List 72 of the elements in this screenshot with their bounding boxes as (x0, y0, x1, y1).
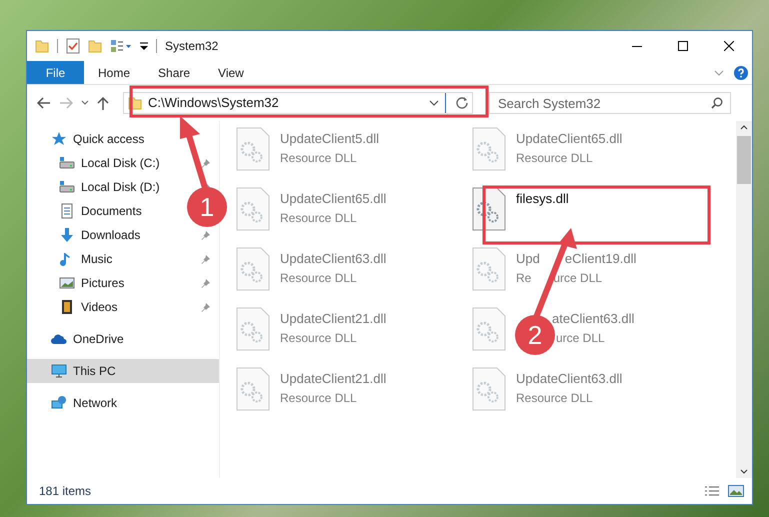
view-options-icon[interactable] (110, 39, 132, 53)
navigation-item[interactable]: Documents (27, 199, 150, 223)
file-type: Resource DLL (516, 390, 594, 406)
navigation-item[interactable]: Music (27, 247, 120, 271)
navigation-item[interactable]: Pictures (27, 271, 132, 295)
file-name: filesys.dll (516, 190, 569, 208)
back-arrow-icon[interactable] (37, 97, 51, 109)
expand-ribbon-chevron-icon[interactable] (714, 70, 724, 76)
file-type: Resource DLL (280, 210, 358, 226)
navigation-item[interactable]: Local Disk (C:) (27, 151, 168, 175)
pictures-icon (59, 275, 75, 291)
details-view-icon[interactable] (704, 485, 720, 497)
close-icon (724, 41, 734, 51)
navigation-item[interactable]: This PC (27, 359, 219, 383)
file-name: UpdateClient63.dll (280, 250, 386, 268)
ribbon-tab[interactable]: Home (84, 61, 144, 84)
window-title: System32 (165, 38, 218, 55)
file-type: Resource DLL (280, 390, 358, 406)
file-name: Upd (516, 250, 540, 268)
scrollbar-thumb[interactable] (737, 136, 751, 184)
file-name: eClient19.dll (564, 250, 636, 268)
file-name: ateClient63.dll (552, 310, 634, 328)
dropdown-chevron-icon[interactable] (429, 100, 439, 106)
ribbon-tab[interactable]: File (27, 61, 84, 84)
address-bar[interactable]: C:\Windows\System32 (123, 92, 473, 114)
navigation-item[interactable]: Local Disk (D:) (27, 175, 168, 199)
folder-icon[interactable] (35, 39, 49, 53)
search-icon (711, 97, 723, 109)
file-type: urce DLL (553, 270, 602, 286)
network-icon (51, 395, 67, 411)
scroll-down-chevron-icon[interactable] (740, 469, 748, 474)
new-folder-icon[interactable] (88, 39, 102, 53)
up-arrow-icon[interactable] (97, 96, 109, 110)
ribbon-tab[interactable]: View (204, 61, 258, 84)
large-icons-view-icon[interactable] (728, 485, 744, 497)
file-name: UpdateClient65.dll (516, 130, 622, 148)
dll-file-icon[interactable] (472, 187, 506, 231)
file-type: Resource DLL (280, 150, 358, 166)
navigation-item[interactable]: Quick access (27, 127, 152, 151)
recent-locations-chevron-icon[interactable] (81, 100, 89, 106)
file-type: urce DLL (556, 330, 605, 346)
file-name: UpdateClient5.dll (280, 130, 380, 148)
customize-toolbar-icon[interactable] (140, 41, 148, 51)
star-icon (51, 131, 67, 147)
navigation-item[interactable]: Network (27, 391, 126, 415)
search-field[interactable]: Search System32 (489, 92, 731, 114)
videos-icon (59, 299, 75, 315)
documents-icon (59, 203, 75, 219)
file-type: Re (516, 270, 532, 286)
navigation-item[interactable]: Downloads (27, 223, 148, 247)
file-type: Resource DLL (280, 330, 358, 346)
pc-icon (51, 363, 67, 379)
downloads-icon (59, 227, 75, 243)
navigation-item[interactable]: OneDrive (27, 327, 132, 351)
help-icon[interactable] (734, 66, 748, 80)
drive-icon (59, 179, 75, 195)
scroll-up-chevron-icon[interactable] (740, 125, 748, 130)
step-number-badge: 1 (187, 187, 227, 227)
file-name: UpdateClient21.dll (280, 370, 386, 388)
vertical-scrollbar[interactable] (736, 121, 752, 478)
navigation-item[interactable]: Videos (27, 295, 126, 319)
file-name: UpdateClient21.dll (280, 310, 386, 328)
item-count: 181 items (39, 483, 92, 500)
file-name: UpdateClient65.dll (280, 190, 386, 208)
file-type: Resource DLL (280, 270, 358, 286)
file-name: UpdateClient63.dll (516, 370, 622, 388)
ribbon-tab[interactable]: Share (144, 61, 204, 84)
drive-icon (59, 155, 75, 171)
forward-arrow-icon[interactable] (59, 97, 73, 109)
file-type: Resource DLL (516, 150, 594, 166)
maximize-icon (678, 41, 688, 51)
properties-check-icon[interactable] (66, 38, 80, 54)
